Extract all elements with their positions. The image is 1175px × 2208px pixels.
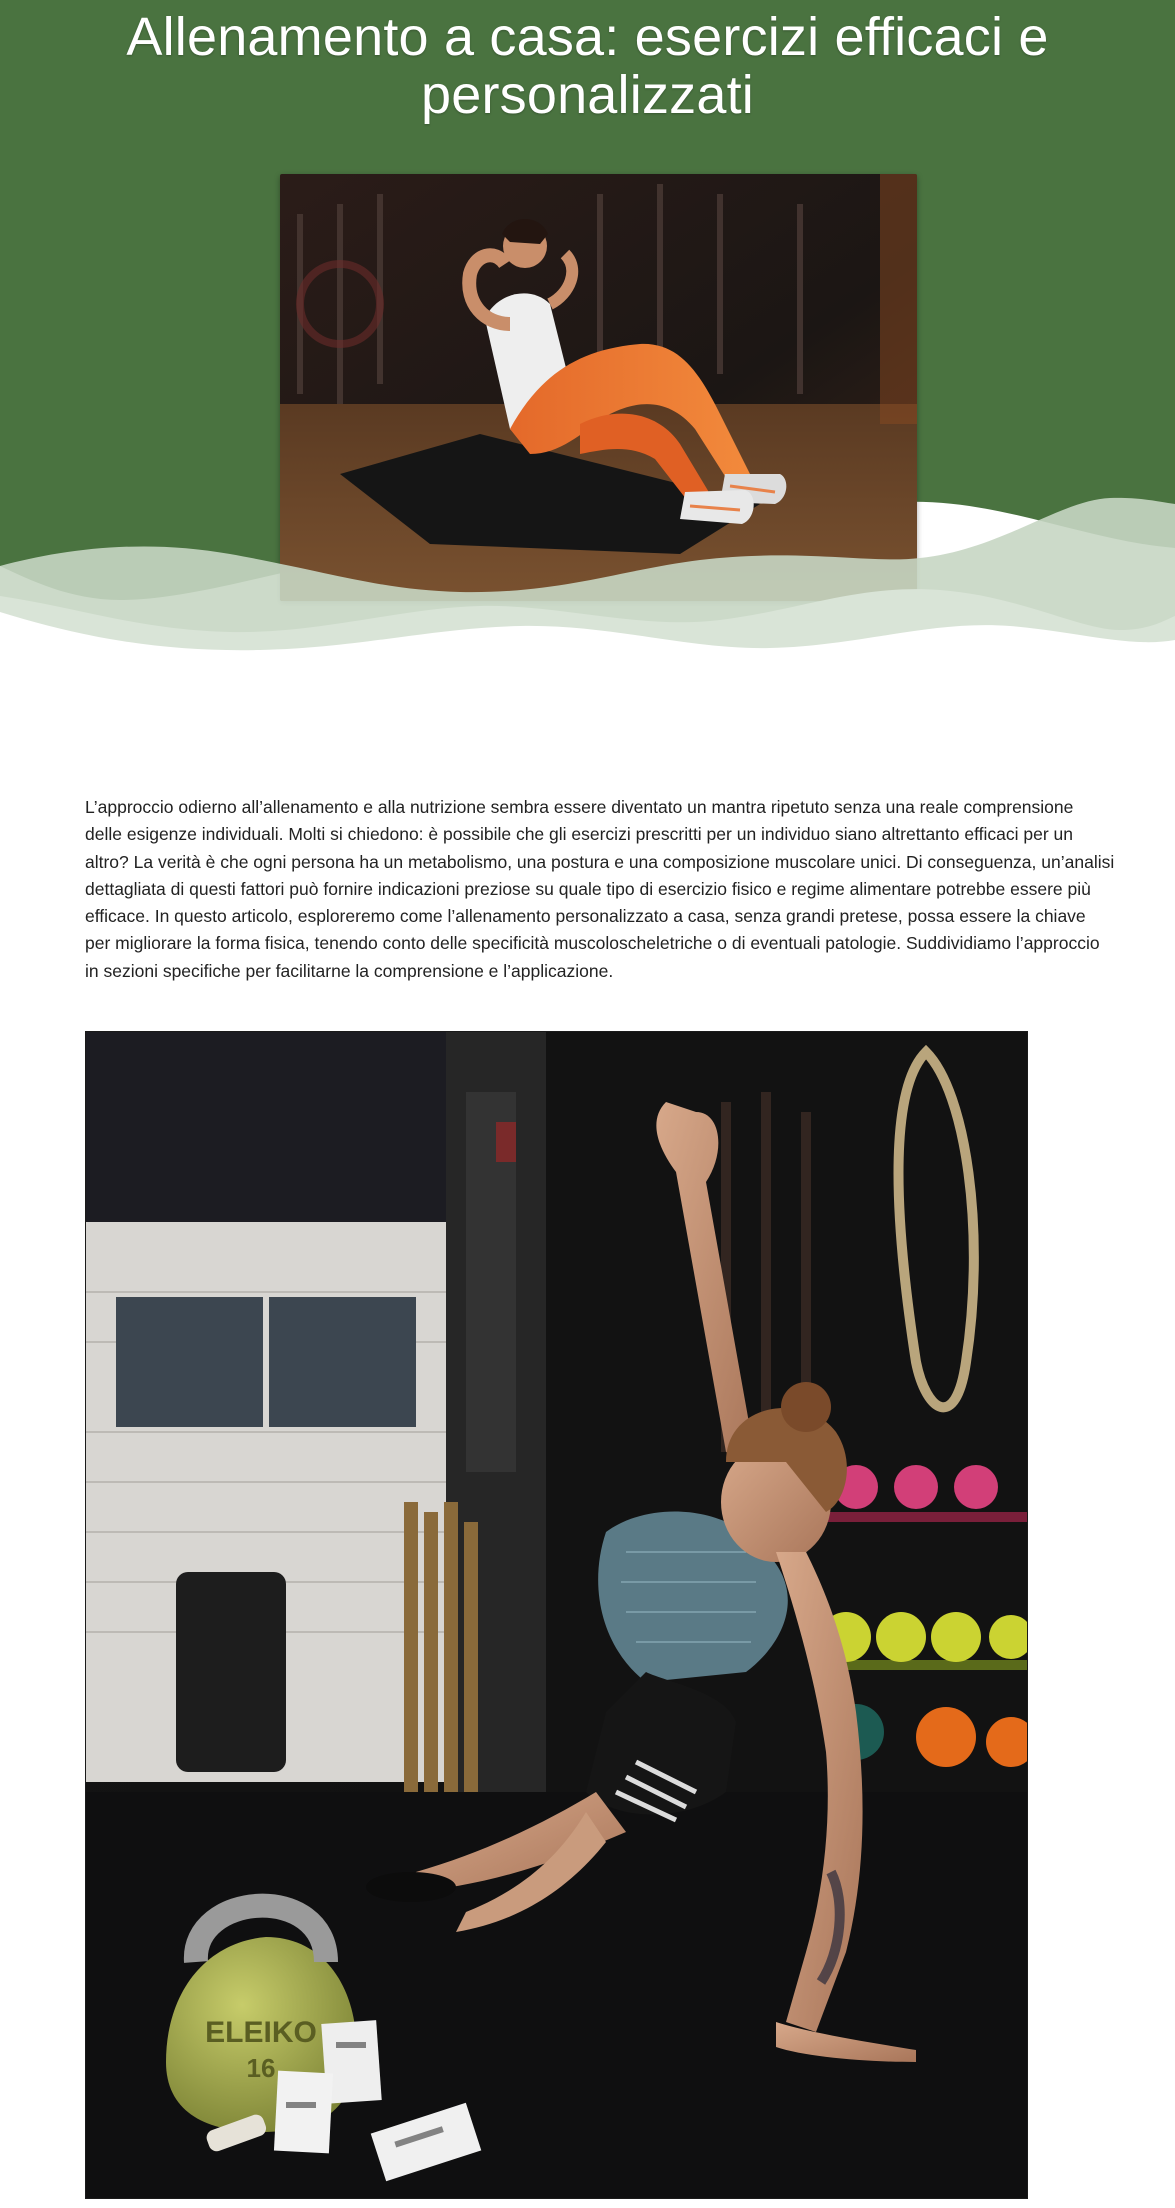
kettlebell-weight-text: 16 [247,2053,276,2083]
kettlebell-brand-text: ELEIKO [205,2016,317,2049]
article-image-woman-side-plank: ELEIKO 16 [85,1031,1028,2199]
hero-image-woman-crunch [280,174,917,601]
hero-header: Allenamento a casa: esercizi efficaci e … [0,0,1175,680]
article-intro-paragraph: L’approccio odierno all’allenamento e al… [85,797,1115,981]
page-title: Allenamento a casa: esercizi efficaci e … [126,7,1049,125]
